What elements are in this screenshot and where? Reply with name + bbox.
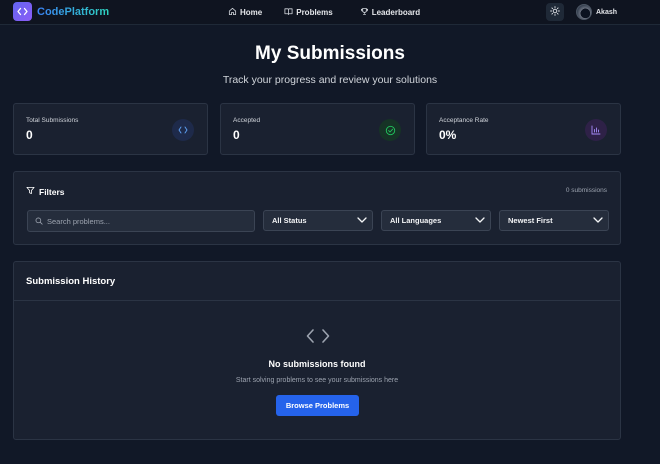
stat-label: Accepted (233, 117, 261, 124)
stat-value: 0 (26, 128, 33, 142)
bar-chart-icon (585, 119, 607, 141)
trophy-icon (360, 7, 369, 18)
status-select-value: All Status (272, 216, 307, 225)
brand[interactable]: CodePlatform (13, 2, 109, 21)
code-logo-icon (13, 2, 32, 21)
stat-value: 0 (233, 128, 240, 142)
filters-panel: Filters 0 submissions All Status All Lan… (13, 171, 621, 245)
code-icon (172, 119, 194, 141)
search-input[interactable] (47, 216, 237, 226)
search-box[interactable] (27, 210, 255, 232)
nav-problems-label: Problems (296, 8, 333, 17)
sort-select[interactable]: Newest First (499, 210, 609, 231)
search-icon (35, 212, 43, 230)
browse-problems-button[interactable]: Browse Problems (276, 395, 359, 416)
avatar (576, 4, 592, 20)
page-title: My Submissions (255, 43, 405, 64)
status-select[interactable]: All Status (263, 210, 373, 231)
filter-icon (26, 186, 35, 197)
history-title: Submission History (26, 276, 116, 287)
code-icon (306, 328, 330, 349)
navbar: CodePlatform Home Problems Leaderboard A… (0, 0, 660, 25)
sun-icon (550, 3, 560, 21)
check-circle-icon (379, 119, 401, 141)
user-name: Akash (596, 8, 618, 16)
empty-state-title: No submissions found (268, 359, 366, 369)
user-menu[interactable]: Akash (576, 4, 617, 20)
chevron-down-icon (593, 216, 603, 225)
submission-history-panel: Submission History No submissions found … (13, 261, 621, 440)
filters-title: Filters (39, 186, 65, 197)
nav-home-label: Home (240, 8, 263, 17)
empty-state-subtitle: Start solving problems to see your submi… (235, 377, 399, 384)
nav-problems[interactable]: Problems (284, 7, 333, 18)
brand-name: CodePlatform (37, 5, 110, 18)
chevron-down-icon (357, 216, 367, 225)
chevron-down-icon (475, 216, 485, 225)
nav-links: Home Problems Leaderboard (228, 7, 420, 18)
theme-toggle-button[interactable] (546, 3, 564, 21)
language-select[interactable]: All Languages (381, 210, 491, 231)
page-subtitle: Track your progress and review your solu… (222, 74, 438, 86)
home-icon (228, 7, 237, 18)
stat-card-accepted: Accepted 0 (220, 103, 415, 155)
filters-heading: Filters (26, 186, 65, 197)
history-header: Submission History (14, 262, 620, 301)
nav-home[interactable]: Home (228, 7, 262, 18)
stat-card-total: Total Submissions 0 (13, 103, 208, 155)
submission-count: 0 submissions (565, 187, 607, 194)
book-icon (284, 7, 293, 18)
nav-leaderboard[interactable]: Leaderboard (360, 7, 420, 18)
stat-label: Total Submissions (26, 117, 79, 124)
stat-label: Acceptance Rate (439, 117, 489, 124)
nav-leaderboard-label: Leaderboard (371, 8, 421, 17)
sort-select-value: Newest First (508, 216, 553, 225)
stat-value: 0% (439, 128, 457, 142)
stat-card-acceptance-rate: Acceptance Rate 0% (426, 103, 621, 155)
language-select-value: All Languages (390, 216, 442, 225)
